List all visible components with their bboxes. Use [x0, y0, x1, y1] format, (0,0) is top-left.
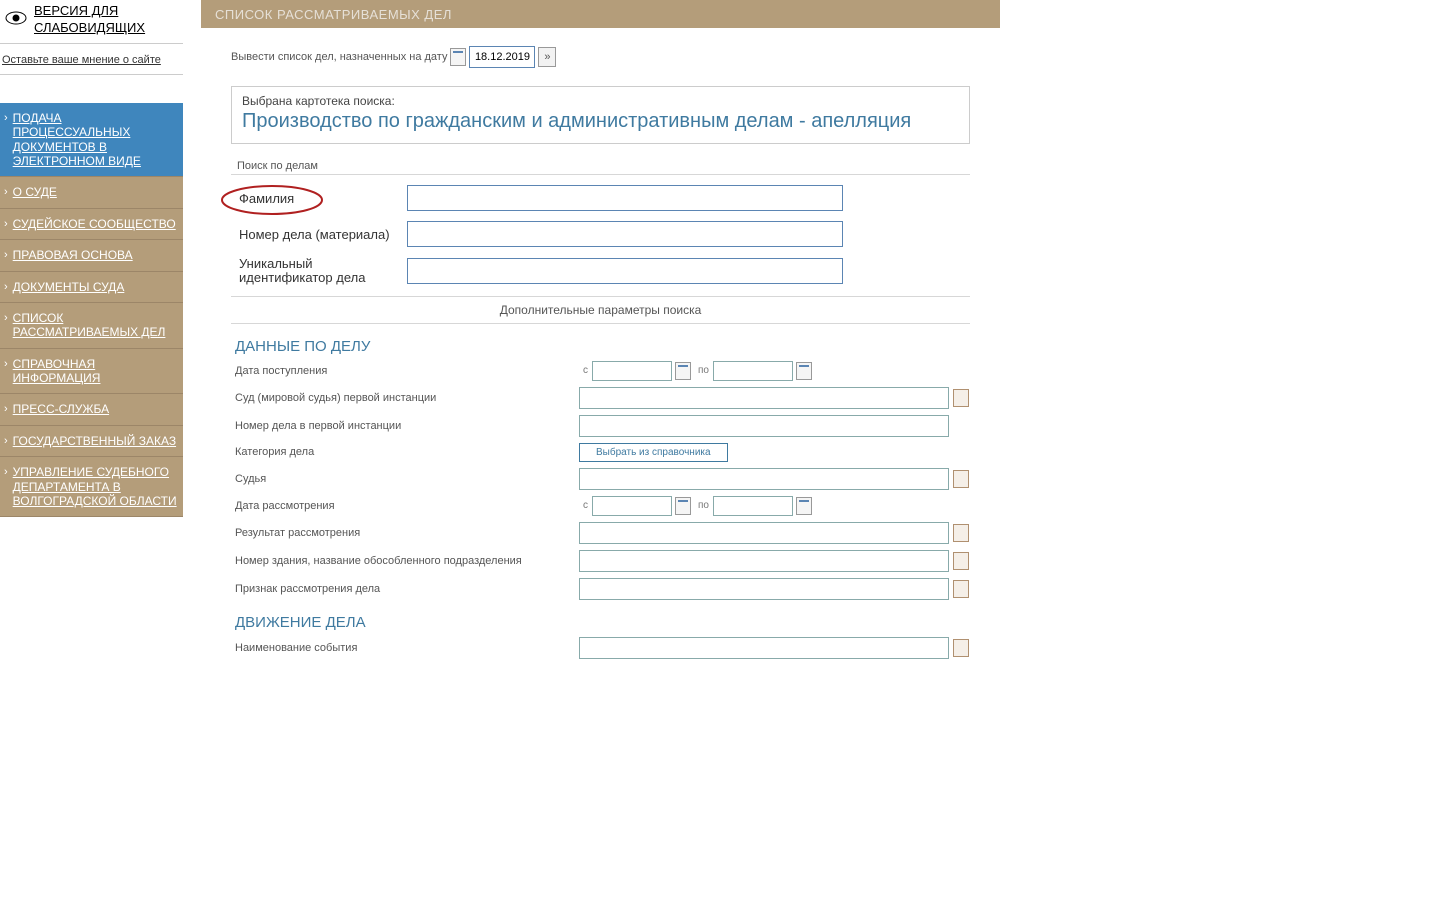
- category-label: Категория дела: [231, 446, 579, 458]
- chevron-right-icon: ›: [4, 281, 8, 293]
- calendar-icon[interactable]: [796, 497, 812, 515]
- lookup-icon[interactable]: [953, 389, 969, 407]
- chevron-right-icon: ›: [4, 249, 8, 261]
- case-number-input[interactable]: [407, 221, 843, 247]
- result-label: Результат рассмотрения: [231, 527, 579, 539]
- date-hearing-from[interactable]: [592, 496, 672, 516]
- date-hearing-to[interactable]: [713, 496, 793, 516]
- sidebar-item-filing[interactable]: › ПОДАЧА ПРОЦЕССУАЛЬНЫХ ДОКУМЕНТОВ В ЭЛЕ…: [0, 103, 183, 178]
- go-button[interactable]: »: [538, 47, 556, 67]
- search-selected-label: Выбрана картотека поиска:: [242, 94, 959, 108]
- date-prefix: Вывести список дел, назначенных на дату: [231, 51, 447, 63]
- calendar-icon[interactable]: [675, 497, 691, 515]
- accessibility-link[interactable]: ВЕРСИЯ ДЛЯ СЛАБОВИДЯЩИХ: [34, 3, 179, 37]
- lookup-icon[interactable]: [953, 552, 969, 570]
- court-first-label: Суд (мировой судья) первой инстанции: [231, 392, 579, 404]
- result-input[interactable]: [579, 522, 949, 544]
- section-case-title: ДАННЫЕ ПО ДЕЛУ: [235, 338, 970, 355]
- sign-input[interactable]: [579, 578, 949, 600]
- fieldset-label: Поиск по делам: [233, 160, 322, 172]
- chevron-right-icon: ›: [4, 358, 8, 370]
- court-first-input[interactable]: [579, 387, 949, 409]
- lookup-icon[interactable]: [953, 470, 969, 488]
- lookup-icon[interactable]: [953, 639, 969, 657]
- chevron-right-icon: ›: [4, 403, 8, 415]
- event-input[interactable]: [579, 637, 949, 659]
- chevron-right-icon: ›: [4, 466, 8, 478]
- reference-button[interactable]: Выбрать из справочника: [579, 443, 728, 462]
- sidebar-item-about[interactable]: › О СУДЕ: [0, 177, 183, 208]
- search-title: Производство по гражданским и администра…: [242, 110, 959, 133]
- calendar-icon[interactable]: [796, 362, 812, 380]
- sidebar-item-press[interactable]: › ПРЕСС-СЛУЖБА: [0, 394, 183, 425]
- building-input[interactable]: [579, 550, 949, 572]
- date-hearing-label: Дата рассмотрения: [231, 500, 579, 512]
- chevron-right-icon: ›: [4, 435, 8, 447]
- date-input[interactable]: [469, 46, 535, 68]
- lookup-icon[interactable]: [953, 524, 969, 542]
- sidebar-item-order[interactable]: › ГОСУДАРСТВЕННЫЙ ЗАКАЗ: [0, 426, 183, 457]
- calendar-icon[interactable]: [450, 48, 466, 66]
- chevron-right-icon: ›: [4, 112, 8, 124]
- advanced-header: Дополнительные параметры поиска: [231, 296, 970, 324]
- page-title: СПИСОК РАССМАТРИВАЕМЫХ ДЕЛ: [201, 0, 1000, 28]
- date-received-label: Дата поступления: [231, 365, 579, 377]
- feedback-link[interactable]: Оставьте ваше мнение о сайте: [2, 54, 161, 66]
- sidebar-item-info[interactable]: › СПРАВОЧНАЯ ИНФОРМАЦИЯ: [0, 349, 183, 395]
- eye-icon: [4, 6, 28, 33]
- section-move-title: ДВИЖЕНИЕ ДЕЛА: [235, 614, 970, 631]
- case-number-label: Номер дела (материала): [231, 227, 399, 242]
- sidebar-item-dept[interactable]: › УПРАВЛЕНИЕ СУДЕБНОГО ДЕПАРТАМЕНТА В ВО…: [0, 457, 183, 517]
- sidebar-item-legal[interactable]: › ПРАВОВАЯ ОСНОВА: [0, 240, 183, 271]
- building-label: Номер здания, название обособленного под…: [231, 555, 579, 567]
- sidebar-item-docs[interactable]: › ДОКУМЕНТЫ СУДА: [0, 272, 183, 303]
- event-label: Наименование события: [231, 642, 579, 654]
- lookup-icon[interactable]: [953, 580, 969, 598]
- sidebar: › ПОДАЧА ПРОЦЕССУАЛЬНЫХ ДОКУМЕНТОВ В ЭЛЕ…: [0, 103, 183, 518]
- chevron-right-icon: ›: [4, 186, 8, 198]
- date-received-from[interactable]: [592, 361, 672, 381]
- chevron-right-icon: ›: [4, 218, 8, 230]
- judge-label: Судья: [231, 473, 579, 485]
- sign-label: Признак рассмотрения дела: [231, 583, 579, 595]
- lastname-label: Фамилия: [239, 191, 294, 206]
- date-received-to[interactable]: [713, 361, 793, 381]
- judge-input[interactable]: [579, 468, 949, 490]
- uid-input[interactable]: [407, 258, 843, 284]
- calendar-icon[interactable]: [675, 362, 691, 380]
- lastname-input[interactable]: [407, 185, 843, 211]
- sidebar-item-community[interactable]: › СУДЕЙСКОЕ СООБЩЕСТВО: [0, 209, 183, 240]
- sidebar-item-cases[interactable]: › СПИСОК РАССМАТРИВАЕМЫХ ДЕЛ: [0, 303, 183, 349]
- case-no-first-label: Номер дела в первой инстанции: [231, 420, 579, 432]
- case-no-first-input[interactable]: [579, 415, 949, 437]
- chevron-right-icon: ›: [4, 312, 8, 324]
- uid-label: Уникальный идентификатор дела: [231, 257, 399, 286]
